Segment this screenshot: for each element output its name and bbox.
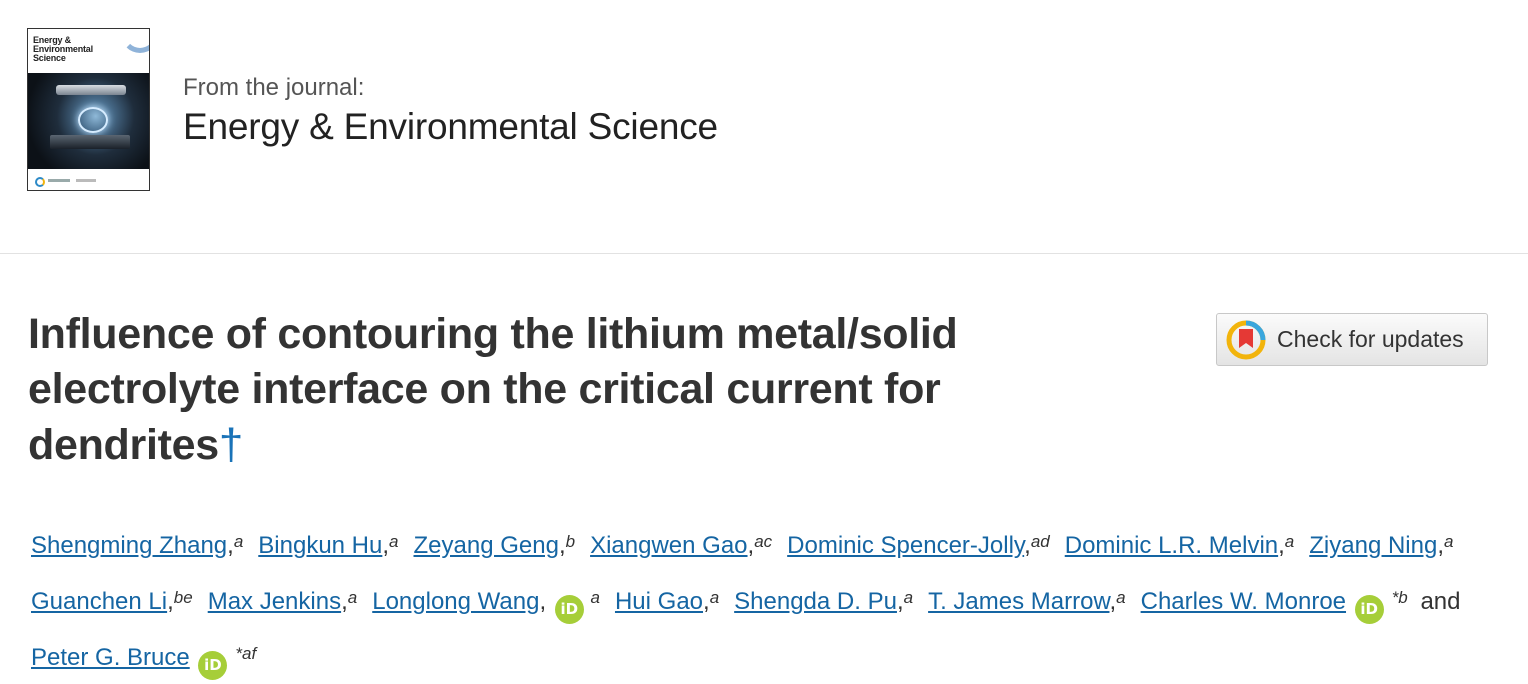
author-list: Shengming Zhang,a Bingkun Hu,a Zeyang Geng… — [28, 516, 1498, 684]
author-link[interactable]: Guanchen Li — [31, 588, 167, 615]
author-link[interactable]: T. James Marrow — [928, 588, 1109, 615]
author-link[interactable]: Shengming Zhang — [31, 532, 227, 559]
cover-art-base — [50, 135, 130, 149]
orcid-icon[interactable]: iD — [1354, 595, 1384, 624]
cover-footer-text — [76, 179, 96, 182]
article-title-text: Influence of contouring the lithium meta… — [28, 310, 958, 469]
author-affiliation: be — [173, 588, 193, 607]
author-affiliation: ad — [1030, 532, 1050, 551]
author-link[interactable]: Peter G. Bruce — [31, 644, 190, 671]
author-affiliation: a — [389, 532, 399, 551]
author-affiliation: a — [1116, 588, 1126, 607]
author-link[interactable]: Longlong Wang — [372, 588, 539, 615]
author-link[interactable]: Max Jenkins — [208, 588, 341, 615]
author-link[interactable]: Hui Gao — [615, 588, 703, 615]
author-link[interactable]: Charles W. Monroe — [1141, 588, 1346, 615]
orcid-icon[interactable]: iD — [198, 651, 228, 680]
from-journal-label: From the journal: — [183, 74, 365, 101]
author-affiliation: a — [347, 588, 358, 607]
author-link[interactable]: Dominic L.R. Melvin — [1065, 532, 1278, 559]
cover-artwork — [28, 73, 149, 169]
author-link[interactable]: Shengda D. Pu — [734, 588, 897, 615]
author-affiliation: a — [233, 532, 244, 551]
cover-title: Energy & Environmental Science — [33, 35, 93, 63]
cover-footer — [28, 169, 149, 190]
author-affiliation: a — [1284, 532, 1295, 551]
author-affiliation: b — [565, 532, 576, 551]
author-affiliation: a — [709, 588, 720, 607]
cover-art-roof — [56, 85, 126, 95]
article-title: Influence of contouring the lithium meta… — [28, 307, 1148, 473]
author-affiliation: ac — [754, 532, 773, 551]
journal-name-link[interactable]: Energy & Environmental Science — [183, 106, 718, 148]
author-affiliation: a — [590, 588, 600, 607]
author-affiliation: a — [1444, 532, 1454, 551]
author-affiliation: a — [903, 588, 914, 607]
cover-footer-text — [48, 179, 70, 182]
supplementary-footnote-link[interactable]: † — [219, 420, 243, 469]
author-link[interactable]: Dominic Spencer-Jolly — [787, 532, 1024, 559]
cover-arc-graphic — [121, 29, 149, 53]
authors-and: and — [1420, 588, 1461, 615]
journal-cover-image[interactable]: Energy & Environmental Science — [27, 28, 150, 191]
cover-art-ring — [78, 107, 108, 133]
author-link[interactable]: Xiangwen Gao — [590, 532, 747, 559]
author-link[interactable]: Ziyang Ning — [1309, 532, 1437, 559]
check-for-updates-button[interactable]: Check for updates — [1216, 313, 1488, 366]
check-for-updates-label: Check for updates — [1277, 326, 1464, 352]
rsc-logo-icon — [35, 177, 45, 187]
author-affiliation: *af — [235, 644, 257, 663]
author-link[interactable]: Zeyang Geng — [414, 532, 559, 559]
crossmark-icon — [1226, 320, 1266, 359]
orcid-icon[interactable]: iD — [554, 595, 584, 624]
author-link[interactable]: Bingkun Hu — [258, 532, 382, 559]
header-divider — [0, 253, 1528, 254]
author-affiliation: *b — [1391, 588, 1408, 607]
